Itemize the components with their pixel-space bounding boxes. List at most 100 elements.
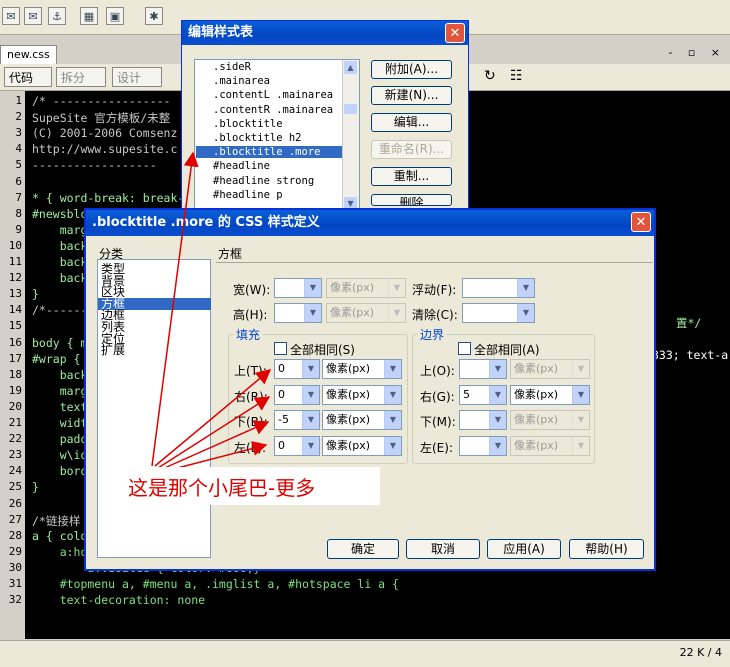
- margin-same-checkbox[interactable]: [458, 342, 471, 355]
- padding-unit-select[interactable]: 像素(px) ▼: [322, 435, 402, 456]
- category-item[interactable]: 扩展: [101, 344, 125, 356]
- style-list-item[interactable]: .contentL .mainarea: [213, 89, 333, 101]
- delete-button[interactable]: 删除: [371, 194, 452, 206]
- padding-same-checkbox[interactable]: [274, 342, 287, 355]
- padding-unit-select[interactable]: 像素(px) ▼: [322, 359, 402, 379]
- style-list-item[interactable]: .blocktitle h2: [213, 132, 302, 144]
- duplicate-button[interactable]: 重制...: [371, 167, 452, 186]
- float-select[interactable]: ▼: [462, 278, 535, 298]
- attach-button[interactable]: 附加(A)...: [371, 60, 452, 79]
- style-list-item[interactable]: .sideR: [213, 61, 251, 73]
- chevron-down-icon[interactable]: ▼: [572, 385, 589, 404]
- close-icon[interactable]: ✕: [445, 23, 465, 43]
- chevron-down-icon[interactable]: ▼: [489, 411, 506, 429]
- chevron-down-icon[interactable]: ▼: [302, 411, 319, 429]
- line-number: 25: [8, 480, 22, 494]
- padding-unit-select[interactable]: 像素(px) ▼: [322, 384, 402, 405]
- chevron-down-icon[interactable]: ▼: [572, 436, 589, 455]
- chevron-down-icon[interactable]: ▼: [304, 279, 321, 297]
- style-list-item[interactable]: #headline: [213, 160, 270, 172]
- chevron-down-icon[interactable]: ▼: [489, 385, 506, 404]
- style-list-item[interactable]: #headline p: [213, 189, 283, 201]
- chevron-down-icon[interactable]: ▼: [517, 279, 534, 297]
- code-line: w\id: [32, 448, 88, 463]
- code-line: /* -----------------: [32, 94, 171, 108]
- chevron-down-icon[interactable]: ▼: [572, 411, 589, 429]
- chevron-down-icon[interactable]: ▼: [489, 436, 506, 455]
- file-tab[interactable]: new.css: [0, 45, 57, 64]
- margin-unit-select[interactable]: 像素(px) ▼: [510, 435, 590, 456]
- style-list-item[interactable]: .blocktitle: [213, 118, 283, 130]
- help-button[interactable]: 帮助(H): [569, 539, 644, 559]
- clear-label: 清除(C):: [412, 308, 458, 322]
- margin-unit-select[interactable]: 像素(px) ▼: [510, 410, 590, 430]
- close-icon[interactable]: ✕: [631, 212, 651, 232]
- margin-value-input[interactable]: 5 ▼: [459, 384, 507, 405]
- chevron-down-icon[interactable]: ▼: [302, 360, 319, 378]
- chevron-down-icon[interactable]: ▼: [384, 411, 401, 429]
- margin-value-input[interactable]: ▼: [459, 410, 507, 430]
- dialog-titlebar[interactable]: 编辑样式表: [182, 21, 468, 45]
- height-unit-select[interactable]: 像素(px) ▼: [326, 303, 406, 323]
- plugin-icon[interactable]: ✱: [145, 7, 163, 25]
- chevron-down-icon[interactable]: ▼: [517, 304, 534, 322]
- style-list-item[interactable]: #headline strong: [213, 175, 314, 187]
- mail-icon[interactable]: ✉: [2, 7, 20, 25]
- code-line: /*链接样: [32, 513, 81, 528]
- chevron-down-icon[interactable]: ▼: [388, 304, 405, 322]
- chevron-down-icon[interactable]: ▼: [384, 360, 401, 378]
- rename-button[interactable]: 重命名(R)...: [371, 140, 452, 159]
- code-view-button[interactable]: 代码: [4, 67, 52, 87]
- anchor-icon[interactable]: ⚓: [48, 7, 66, 25]
- ok-button[interactable]: 确定: [327, 539, 399, 559]
- email-icon[interactable]: ✉: [24, 7, 42, 25]
- chevron-down-icon[interactable]: ▼: [384, 436, 401, 455]
- margin-value-input[interactable]: ▼: [459, 435, 507, 456]
- margin-unit-select[interactable]: 像素(px) ▼: [510, 384, 590, 405]
- padding-row-label: 上(T):: [234, 364, 267, 378]
- style-list[interactable]: .sideR .mainarea .contentL .mainarea .conte…: [194, 59, 360, 214]
- edit-button[interactable]: 编辑...: [371, 113, 452, 132]
- padding-value-input[interactable]: 0 ▼: [274, 435, 320, 456]
- chevron-down-icon[interactable]: ▼: [388, 279, 405, 297]
- chevron-down-icon[interactable]: ▼: [304, 304, 321, 322]
- options-icon[interactable]: ☷: [510, 68, 523, 84]
- margin-unit-label: 像素(px): [514, 387, 559, 401]
- table-icon[interactable]: ▦: [80, 7, 98, 25]
- margin-unit-select[interactable]: 像素(px) ▼: [510, 359, 590, 379]
- apply-button[interactable]: 应用(A): [487, 539, 561, 559]
- code-line: #topmenu a, #menu a, .imglist a, #hotspa…: [32, 577, 399, 591]
- height-input[interactable]: ▼: [274, 303, 322, 323]
- refresh-icon[interactable]: ↻: [484, 68, 496, 84]
- width-unit-select[interactable]: 像素(px) ▼: [326, 278, 406, 298]
- line-number: 30: [8, 560, 22, 574]
- cancel-button[interactable]: 取消: [406, 539, 480, 559]
- scroll-thumb[interactable]: [344, 104, 357, 114]
- chevron-down-icon[interactable]: ▼: [489, 360, 506, 378]
- design-view-button[interactable]: 设计: [112, 67, 162, 87]
- line-number: 18: [8, 367, 22, 381]
- chevron-down-icon[interactable]: ▼: [384, 385, 401, 404]
- chevron-down-icon[interactable]: ▼: [302, 385, 319, 404]
- padding-value-input[interactable]: 0 ▼: [274, 359, 320, 379]
- padding-unit-select[interactable]: 像素(px) ▼: [322, 410, 402, 430]
- new-button[interactable]: 新建(N)...: [371, 86, 452, 105]
- scroll-up-icon[interactable]: ▲: [344, 61, 357, 74]
- scrollbar[interactable]: ▲ ▼: [342, 60, 359, 212]
- style-list-item[interactable]: .mainarea: [213, 75, 270, 87]
- chevron-down-icon[interactable]: ▼: [572, 360, 589, 378]
- category-list[interactable]: 类型 背景 区块 方框 边框 列表 定位 扩展: [97, 259, 211, 558]
- style-list-item[interactable]: .blocktitle .more: [196, 146, 359, 159]
- window-controls[interactable]: - ▫ ×: [668, 46, 726, 59]
- dialog-titlebar[interactable]: .blocktitle .more 的 CSS 样式定义: [86, 210, 654, 236]
- split-view-button[interactable]: 拆分: [56, 67, 106, 87]
- style-list-item[interactable]: .contentR .mainarea: [213, 104, 333, 116]
- padding-value-input[interactable]: -5 ▼: [274, 410, 320, 430]
- margin-value-input[interactable]: ▼: [459, 359, 507, 379]
- height-label: 高(H):: [233, 308, 268, 322]
- padding-value-input[interactable]: 0 ▼: [274, 384, 320, 405]
- image-icon[interactable]: ▣: [106, 7, 124, 25]
- width-input[interactable]: ▼: [274, 278, 322, 298]
- clear-select[interactable]: ▼: [462, 303, 535, 323]
- chevron-down-icon[interactable]: ▼: [302, 436, 319, 455]
